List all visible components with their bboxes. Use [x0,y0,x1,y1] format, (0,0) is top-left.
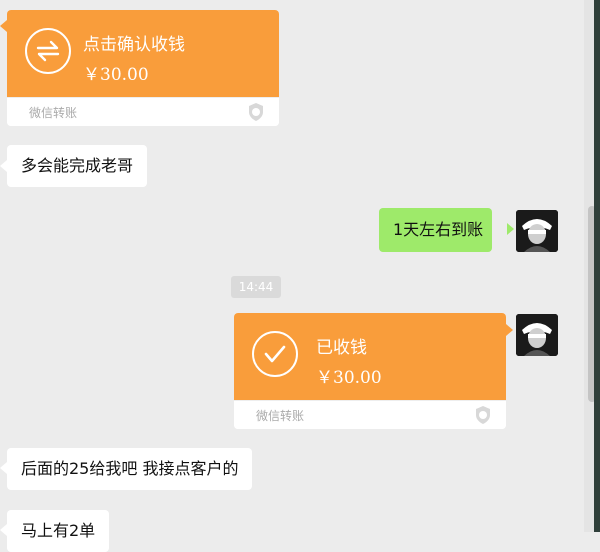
transfer-amount: ￥30.00 [83,65,149,85]
message-bubble-received[interactable]: 马上有2单 [7,510,110,552]
bubble-tail [0,462,7,474]
bubble-tail [0,524,7,536]
message-bubble-received[interactable]: 多会能完成老哥 [7,145,148,187]
bubble-tail [0,20,7,32]
avatar[interactable] [516,314,558,356]
checkmark-circle-icon [252,331,298,377]
avatar[interactable] [516,210,558,252]
transfer-source-label: 微信转账 [29,106,78,120]
transfer-card-header: 点击确认收钱 ￥30.00 [7,10,279,98]
transfer-title: 点击确认收钱 [83,35,185,55]
message-bubble-sent[interactable]: 1天左右到账 [379,208,492,252]
transfer-arrows-icon [25,28,71,74]
transfer-card-pending[interactable]: 点击确认收钱 ￥30.00 微信转账 [7,10,279,126]
window-edge [594,0,600,532]
avatar-image [516,314,558,356]
bubble-tail [0,160,7,172]
transfer-card-footer: 微信转账 [234,400,506,429]
transfer-card-footer: 微信转账 [7,97,279,126]
shield-icon [249,103,263,121]
avatar-image [516,210,558,252]
timestamp: 14:44 [231,276,281,298]
transfer-source-label: 微信转账 [256,409,305,423]
bubble-tail [506,324,513,336]
bubble-tail [507,223,514,235]
transfer-card-received[interactable]: 已收钱 ￥30.00 微信转账 [234,313,506,429]
transfer-title: 已收钱 [316,338,367,358]
transfer-amount: ￥30.00 [316,368,382,388]
message-bubble-received[interactable]: 后面的25给我吧 我接点客户的 [7,448,253,490]
shield-icon [476,406,490,424]
transfer-card-header: 已收钱 ￥30.00 [234,313,506,401]
